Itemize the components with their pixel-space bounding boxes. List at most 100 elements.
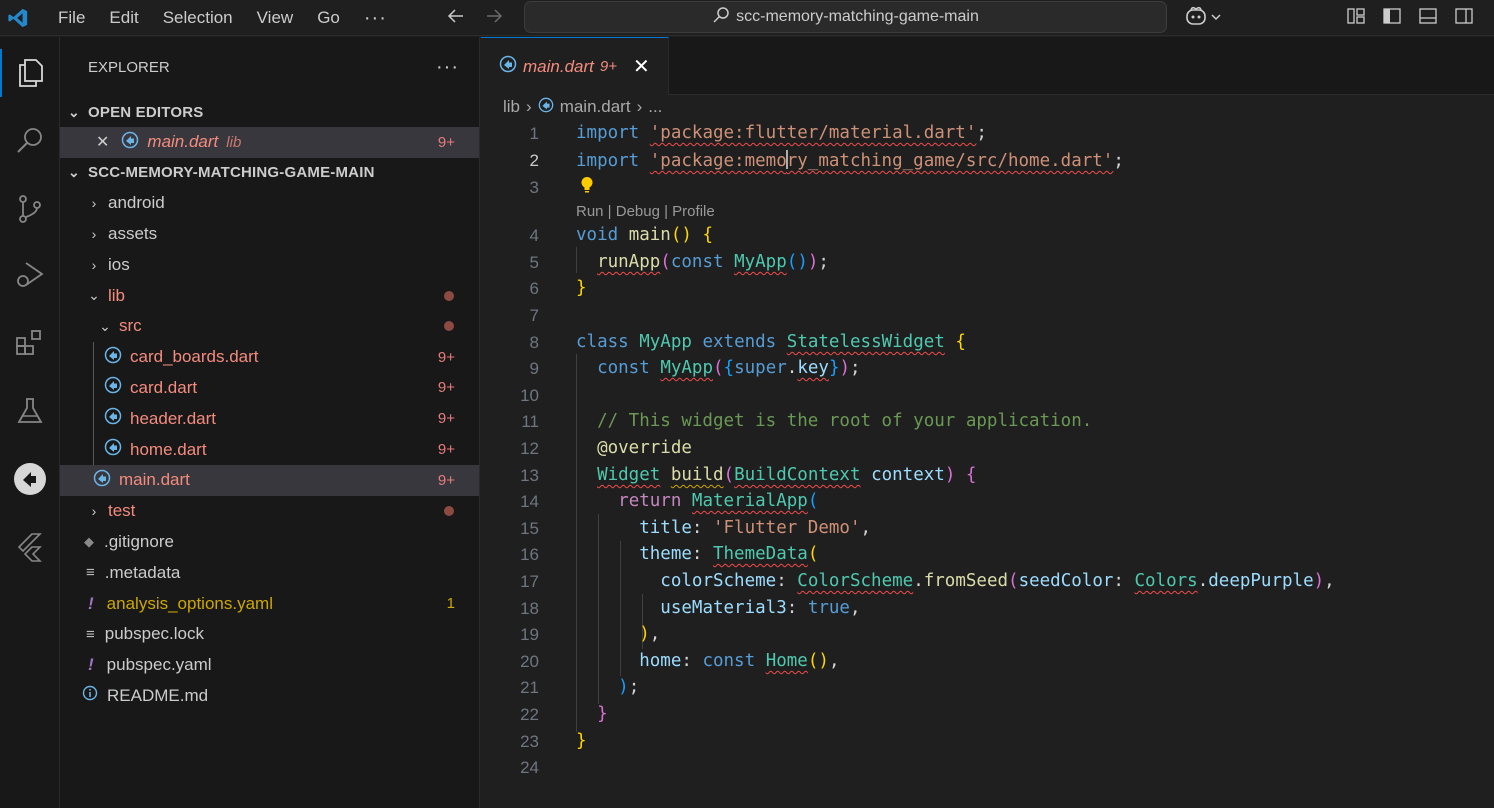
- close-icon[interactable]: ✕: [96, 132, 109, 152]
- modified-dot: [444, 290, 454, 301]
- vscode-logo-icon: [2, 0, 34, 36]
- tree-label: .gitignore: [104, 531, 174, 551]
- menu-file[interactable]: File: [46, 0, 97, 36]
- line-number: 7: [529, 306, 539, 325]
- open-editor-description: lib: [226, 133, 242, 151]
- code-line: }: [576, 278, 587, 298]
- tree-file-header[interactable]: header.dart 9+: [60, 403, 479, 434]
- code-line: home: const Home(),: [639, 651, 840, 671]
- chevron-right-icon: ›: [91, 195, 97, 212]
- problem-count-badge: 9+: [437, 471, 455, 489]
- tree-label: pubspec.lock: [104, 624, 204, 644]
- toggle-panel-icon[interactable]: [1418, 6, 1438, 31]
- toggle-secondary-sidebar-icon[interactable]: [1454, 6, 1474, 31]
- tree-file-metadata[interactable]: ≡ .metadata: [60, 557, 479, 588]
- tab-problem-count: 9+: [599, 58, 617, 75]
- codelens-run-debug-profile[interactable]: Run | Debug | Profile: [576, 203, 715, 220]
- project-label: SCC-MEMORY-MATCHING-GAME-MAIN: [88, 164, 375, 182]
- command-center-search[interactable]: scc-memory-matching-game-main: [524, 1, 1167, 33]
- chevron-right-icon: ›: [91, 225, 97, 242]
- explorer-title: EXPLORER: [88, 58, 170, 76]
- copilot-menu[interactable]: [1184, 0, 1222, 36]
- menu-more-button[interactable]: ···: [352, 0, 399, 36]
- source-control-icon[interactable]: [0, 185, 60, 233]
- code-line: }: [576, 731, 587, 751]
- back-arrow-icon[interactable]: [446, 6, 466, 31]
- menu-edit[interactable]: Edit: [97, 0, 150, 36]
- line-number: 13: [520, 466, 539, 485]
- extensions-icon[interactable]: [0, 319, 60, 367]
- code-line: // This widget is the root of your appli…: [597, 411, 1093, 431]
- code-line: class MyApp extends StatelessWidget {: [576, 332, 966, 352]
- chevron-down-icon: ⌄: [99, 317, 111, 334]
- code-line: const MyApp({super.key});: [597, 358, 861, 378]
- lightbulb-icon[interactable]: [578, 175, 596, 200]
- tree-file-card-boards[interactable]: card_boards.dart 9+: [60, 342, 479, 373]
- code-line: Widget build(BuildContext context) {: [597, 465, 977, 485]
- tree-folder-assets[interactable]: › assets: [60, 219, 479, 250]
- tree-folder-ios[interactable]: › ios: [60, 249, 479, 280]
- breadcrumb-symbol[interactable]: ...: [648, 97, 662, 117]
- chevron-right-icon: ›: [636, 97, 643, 116]
- code-line: void main() {: [576, 225, 714, 245]
- line-number: 10: [520, 386, 539, 405]
- tree-file-pubspec-yaml[interactable]: ! pubspec.yaml: [60, 650, 479, 681]
- menu-selection[interactable]: Selection: [151, 0, 245, 36]
- project-section[interactable]: ⌄ SCC-MEMORY-MATCHING-GAME-MAIN: [60, 158, 479, 188]
- git-file-icon: ◆: [84, 533, 94, 549]
- forward-arrow-icon[interactable]: [484, 6, 504, 31]
- tree-file-readme[interactable]: README.md: [60, 681, 479, 712]
- run-debug-icon[interactable]: [0, 251, 60, 299]
- explorer-icon[interactable]: [0, 49, 60, 97]
- tree-label: main.dart: [119, 470, 190, 490]
- tab-main-dart[interactable]: main.dart 9+ ✕: [481, 37, 669, 95]
- search-sidebar-icon[interactable]: [0, 117, 60, 165]
- activity-bar: [0, 37, 60, 808]
- tree-file-analysis-options[interactable]: ! analysis_options.yaml 1: [60, 588, 479, 619]
- line-number: 3: [529, 178, 539, 197]
- toggle-primary-sidebar-icon[interactable]: [1382, 6, 1402, 31]
- yaml-file-icon: !: [88, 655, 94, 675]
- customize-layout-icon[interactable]: [1346, 6, 1366, 31]
- tree-label: android: [108, 193, 165, 213]
- close-icon[interactable]: ✕: [633, 54, 650, 79]
- problem-count-badge: 9+: [437, 410, 455, 428]
- breadcrumb-lib[interactable]: lib: [503, 97, 520, 117]
- tree-file-pubspec-lock[interactable]: ≡ pubspec.lock: [60, 619, 479, 650]
- explorer-sidebar: EXPLORER ··· ⌄ OPEN EDITORS ✕ main.dart …: [60, 37, 480, 808]
- tree-folder-lib[interactable]: ⌄ lib: [60, 280, 479, 311]
- menu-view[interactable]: View: [245, 0, 306, 36]
- tree-file-card[interactable]: card.dart 9+: [60, 373, 479, 404]
- title-bar: File Edit Selection View Go ··· scc-memo…: [0, 0, 1494, 36]
- tree-folder-android[interactable]: › android: [60, 188, 479, 219]
- tree-file-main[interactable]: main.dart 9+: [60, 464, 479, 496]
- dart-devtools-icon[interactable]: [0, 455, 60, 503]
- line-number: 22: [520, 705, 539, 724]
- testing-flask-icon[interactable]: [0, 387, 60, 435]
- problem-count-badge: 9+: [437, 348, 455, 366]
- code-line: theme: ThemeData(: [639, 544, 819, 564]
- dart-file-icon: [538, 97, 554, 118]
- tree-label: analysis_options.yaml: [106, 593, 273, 613]
- breadcrumb-main-dart[interactable]: main.dart: [560, 97, 631, 117]
- flutter-icon[interactable]: [0, 523, 60, 571]
- tree-file-home[interactable]: home.dart 9+: [60, 434, 479, 465]
- explorer-more-button[interactable]: ···: [436, 56, 459, 79]
- open-editor-filename: main.dart: [147, 132, 219, 152]
- open-editors-section[interactable]: ⌄ OPEN EDITORS: [60, 97, 479, 127]
- open-editor-main-dart[interactable]: ✕ main.dart lib 9+: [60, 127, 479, 158]
- search-icon: [712, 6, 730, 29]
- copilot-icon: [1184, 5, 1208, 32]
- line-number: 8: [529, 333, 539, 352]
- tree-file-gitignore[interactable]: ◆ .gitignore: [60, 527, 479, 558]
- menu-go[interactable]: Go: [305, 0, 352, 36]
- chevron-down-icon: [1210, 8, 1222, 28]
- tree-folder-src[interactable]: ⌄ src: [60, 311, 479, 342]
- tree-label: test: [108, 501, 136, 521]
- modified-dot: [444, 321, 454, 332]
- problem-count-badge: 9+: [437, 441, 455, 459]
- code-line: title: 'Flutter Demo',: [639, 518, 872, 538]
- tree-folder-test[interactable]: › test: [60, 496, 479, 527]
- tree-label: card.dart: [130, 377, 198, 397]
- text-cursor: [785, 150, 788, 169]
